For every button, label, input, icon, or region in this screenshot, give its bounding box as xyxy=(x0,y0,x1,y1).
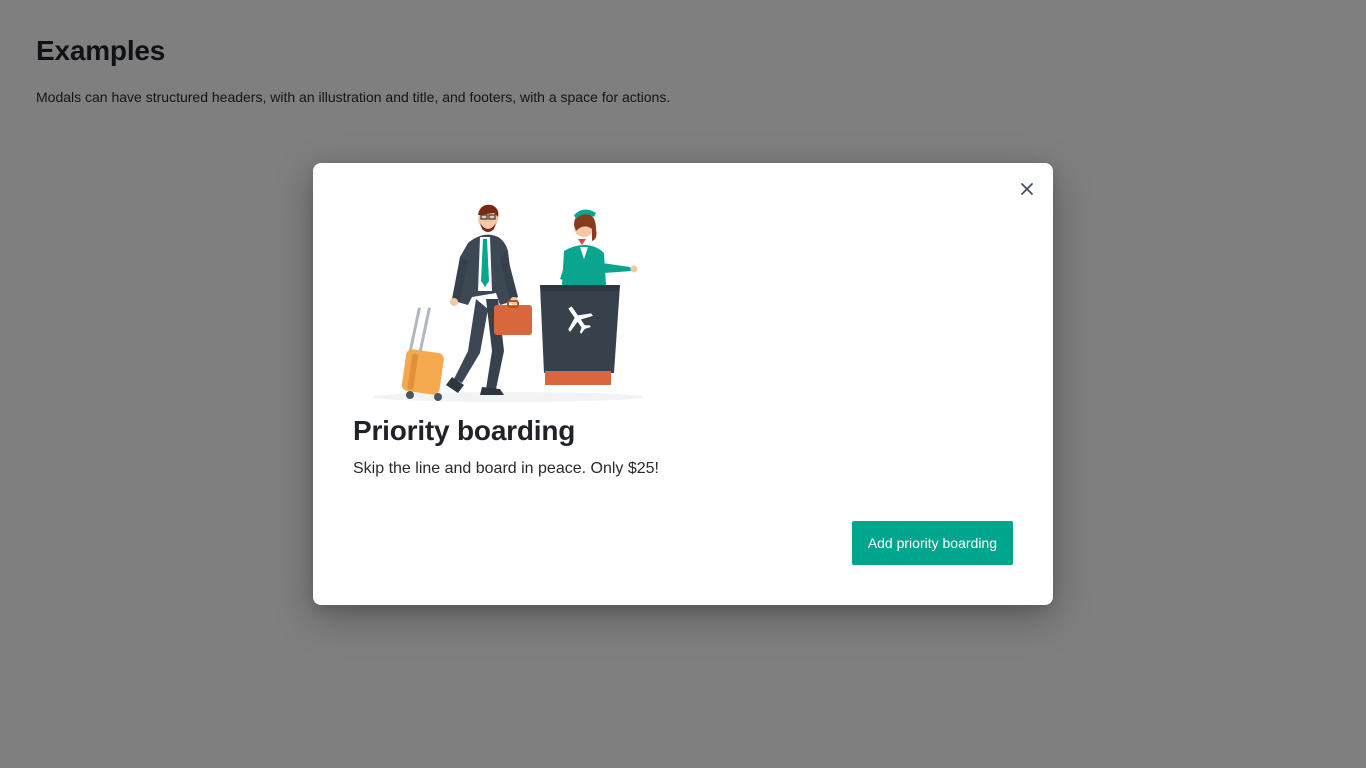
modal-dialog: Priority boarding Skip the line and boar… xyxy=(313,163,1053,605)
close-icon xyxy=(1021,183,1033,195)
modal-subtitle: Skip the line and board in peace. Only $… xyxy=(353,460,659,477)
modal-title: Priority boarding xyxy=(353,415,576,446)
priority-boarding-illustration xyxy=(373,204,643,402)
close-button[interactable] xyxy=(1015,177,1039,201)
add-priority-boarding-button[interactable]: Add priority boarding xyxy=(851,521,1013,565)
